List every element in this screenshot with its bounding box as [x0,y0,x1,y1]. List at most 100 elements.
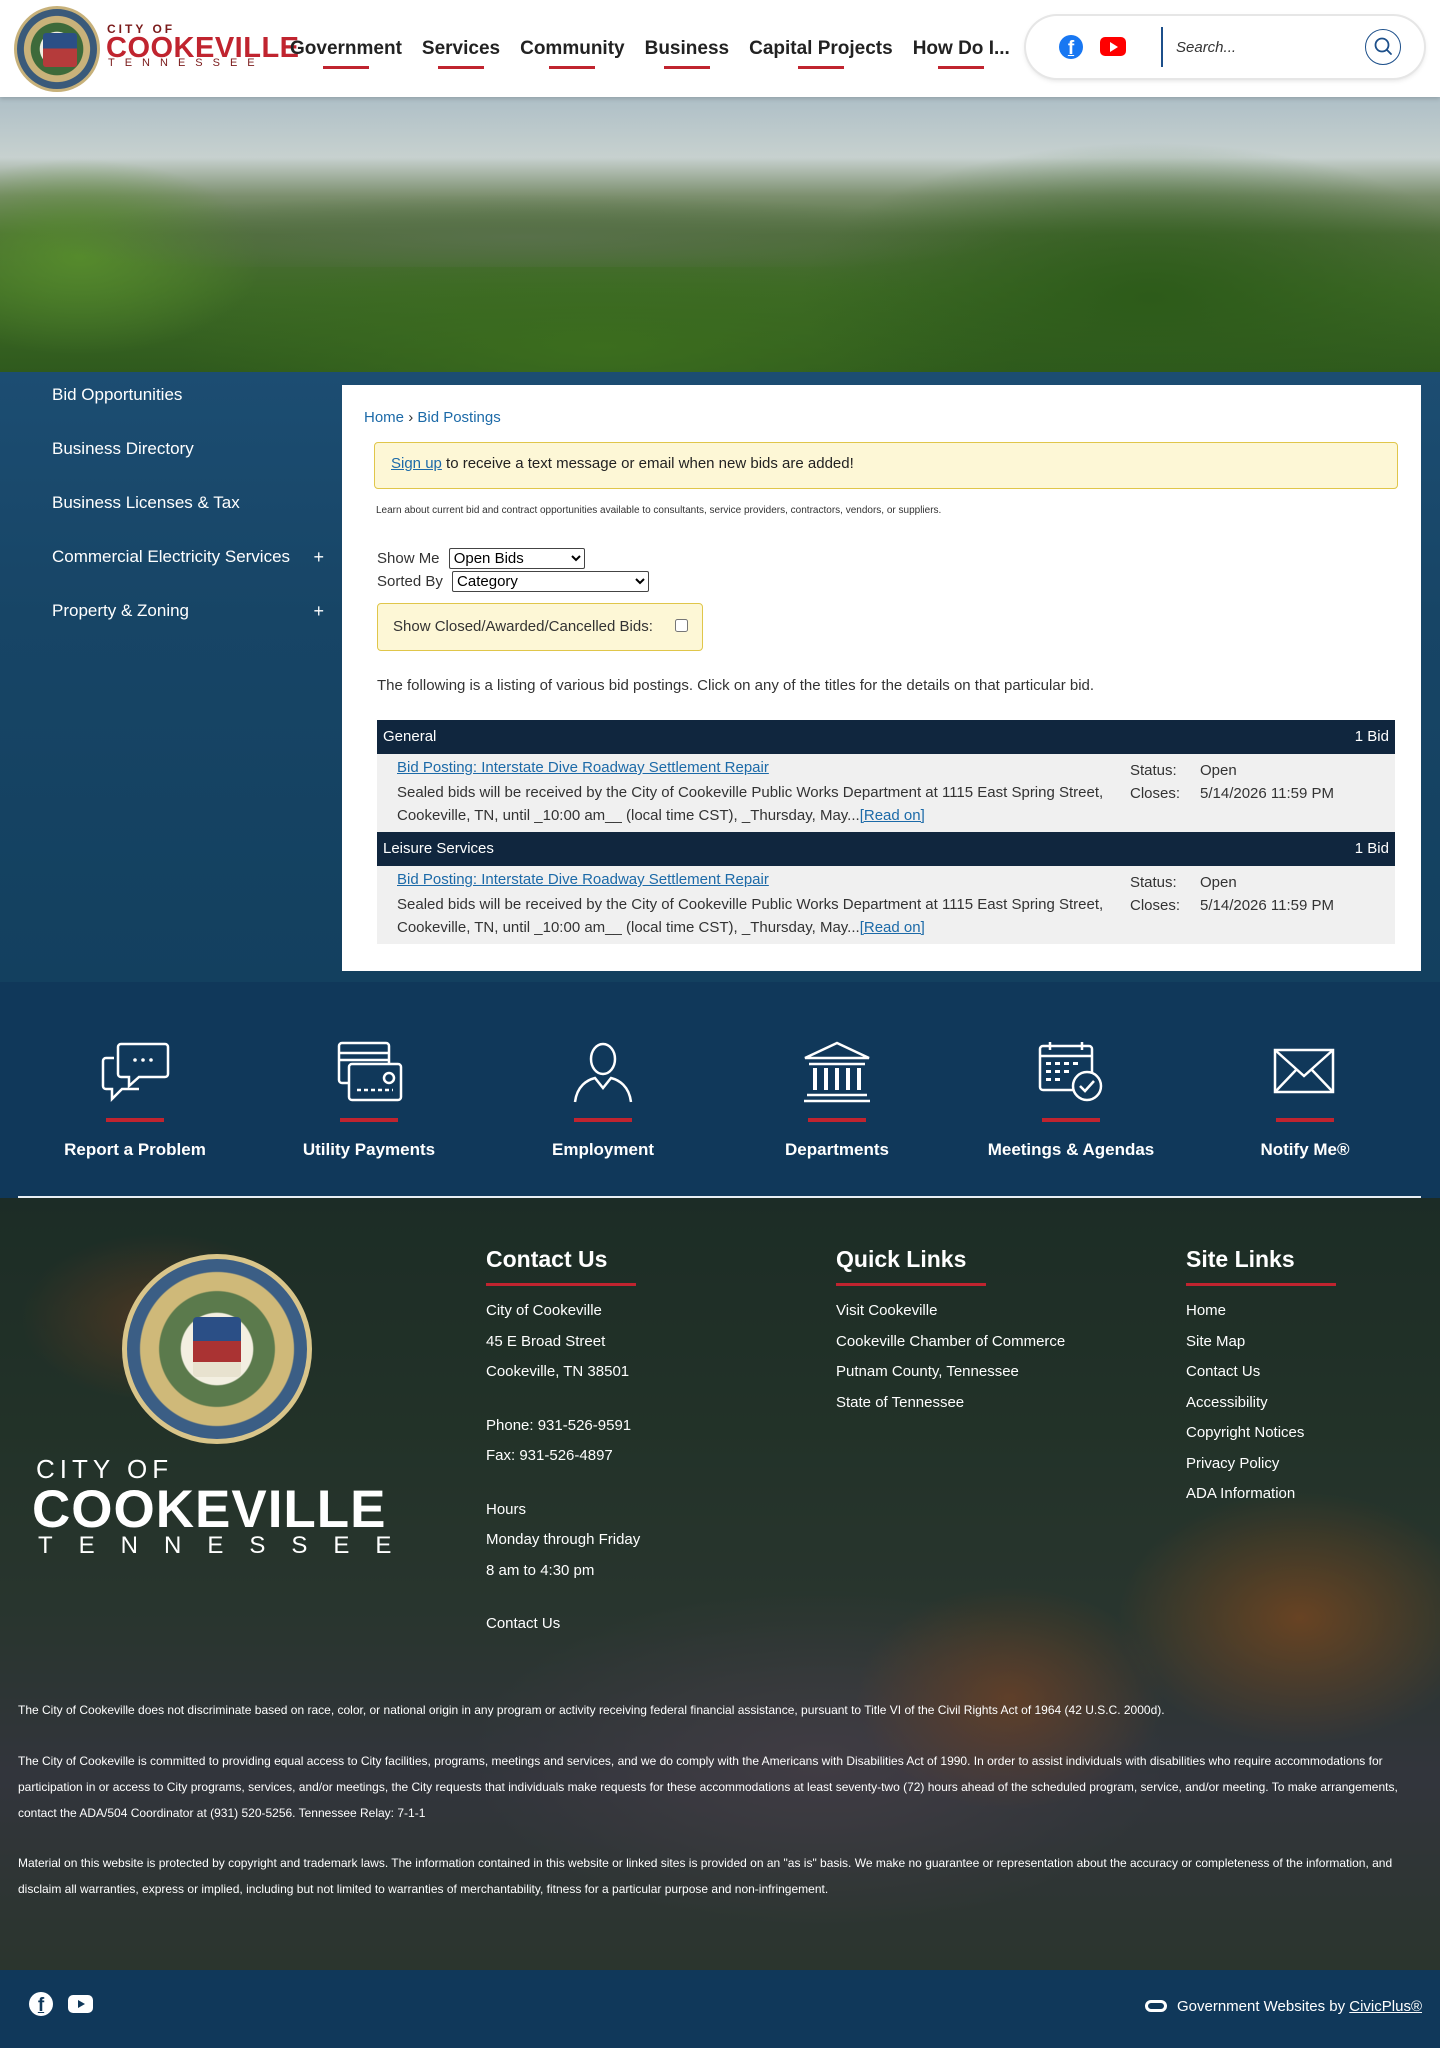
closes-label: Closes: [1130,897,1181,914]
bid-description: Sealed bids will be received by the City… [397,893,1125,939]
sidebar-item-label: Business Directory [52,439,194,458]
accent-bar [1186,1283,1336,1286]
accent-bar [1276,1118,1334,1122]
footer-link-site-map[interactable]: Site Map [1186,1327,1336,1358]
city-seal-logo [14,6,100,92]
hero-ridge [0,177,1440,267]
sidebar-item-label: Business Licenses & Tax [52,493,240,512]
sidebar-item-bid-opportunities[interactable]: Bid Opportunities [0,385,340,439]
footer-link-visit-cookeville[interactable]: Visit Cookeville [836,1296,1065,1327]
youtube-icon[interactable] [68,1995,93,2013]
sidebar-item-business-licenses[interactable]: Business Licenses & Tax [0,493,340,547]
civicplus-icon [1144,2000,1167,2012]
status-value: Open [1200,762,1237,779]
quick-link-utility-payments[interactable]: Utility Payments [252,1040,486,1160]
footer-site-links-column: Site Links Home Site Map Contact Us Acce… [1186,1246,1336,1510]
nav-services[interactable]: Services [412,0,510,97]
category-count: 1 Bid [1354,840,1389,857]
nav-business[interactable]: Business [635,0,739,97]
footer-heading: Quick Links [836,1246,967,1272]
utility-bar: f [1026,16,1424,78]
footer-link-copyright[interactable]: Copyright Notices [1186,1418,1336,1449]
show-me-row: Show Me Open Bids [377,548,585,569]
quick-link-notify-me[interactable]: Notify Me® [1188,1040,1422,1160]
facebook-icon[interactable]: f [29,1992,53,2016]
bid-status-block: Status: Open Closes: 5/14/2026 11:59 PM [1130,871,1334,917]
status-label: Status: [1130,762,1177,779]
contact-city: Cookeville, TN 38501 [486,1363,630,1380]
footer-quick-links-column: Quick Links Visit Cookeville Cookeville … [836,1246,1065,1418]
status-value: Open [1200,874,1237,891]
show-me-select[interactable]: Open Bids [448,548,585,569]
expand-plus-icon[interactable]: + [313,601,324,622]
nav-community[interactable]: Community [510,0,635,97]
read-on-link[interactable]: [Read on] [860,807,925,824]
contact-time: 8 am to 4:30 pm [486,1561,595,1579]
search-button[interactable] [1365,29,1401,65]
show-closed-checkbox[interactable] [675,619,688,632]
disclaimer-copyright: Material on this website is protected by… [18,1856,1393,1896]
sidebar-item-business-directory[interactable]: Business Directory [0,439,340,493]
expand-plus-icon[interactable]: + [313,547,324,568]
accent-bar [106,1118,164,1122]
breadcrumb-home[interactable]: Home [364,409,404,426]
facebook-icon[interactable]: f [1059,35,1083,59]
nav-how-do-i[interactable]: How Do I... [903,0,1020,97]
search-icon [1374,37,1392,55]
closes-label: Closes: [1130,785,1181,802]
signup-link[interactable]: Sign up [391,455,442,472]
bid-title-link[interactable]: Bid Posting: Interstate Dive Roadway Set… [397,759,769,776]
bid-row: Bid Posting: Interstate Dive Roadway Set… [377,754,1395,832]
footer-city-seal-logo [122,1254,312,1444]
listing-description: The following is a listing of various bi… [377,677,1095,694]
quick-link-employment[interactable]: Employment [486,1040,720,1160]
read-on-link[interactable]: [Read on] [860,919,925,936]
quick-link-label: Meetings & Agendas [987,1140,1155,1159]
bid-title-link[interactable]: Bid Posting: Interstate Dive Roadway Set… [397,871,769,888]
footer-link-home[interactable]: Home [1186,1296,1336,1327]
sidebar-item-property-zoning[interactable]: Property & Zoning + [0,601,340,655]
show-closed-toggle: Show Closed/Awarded/Cancelled Bids: [377,603,703,651]
disclaimer-ada: The City of Cookeville is committed to p… [18,1754,1398,1820]
footer-link-ada[interactable]: ADA Information [1186,1479,1336,1510]
footer-contact-column: Contact Us City of Cookeville 45 E Broad… [486,1246,640,1640]
youtube-icon[interactable] [1100,37,1126,56]
breadcrumb-separator: › [408,409,414,426]
contact-us-link[interactable]: Contact Us [486,1609,640,1640]
search-input[interactable] [1176,30,1361,64]
civicplus-link[interactable]: CivicPlus® [1349,1998,1422,2015]
breadcrumb-current[interactable]: Bid Postings [417,409,500,426]
quick-link-report-a-problem[interactable]: Report a Problem [18,1040,252,1160]
quick-link-label: Departments [785,1140,889,1159]
sidebar-item-label: Commercial Electricity Services [52,547,291,566]
category-header-leisure-services: Leisure Services 1 Bid [377,832,1395,866]
main-nav: Government Services Community Business C… [280,0,1020,97]
nav-capital-projects[interactable]: Capital Projects [739,0,903,97]
chat-bubbles-icon [101,1042,170,1103]
footer-link-privacy[interactable]: Privacy Policy [1186,1449,1336,1480]
sorted-by-select[interactable]: Category [452,571,650,592]
main-content: Home › Bid Postings Sign up to receive a… [342,385,1421,971]
logo-state: TENNESSEE [108,57,265,69]
quick-link-departments[interactable]: Departments [720,1040,954,1160]
footer-link-accessibility[interactable]: Accessibility [1186,1388,1336,1419]
footer-link-contact-us[interactable]: Contact Us [1186,1357,1336,1388]
status-label: Status: [1130,874,1177,891]
sidebar-item-commercial-electricity[interactable]: Commercial Electricity Services + [0,547,340,601]
quick-link-label: Notify Me® [1260,1140,1350,1159]
nav-government[interactable]: Government [280,0,412,97]
footer-link-putnam-county[interactable]: Putnam County, Tennessee [836,1357,1065,1388]
breadcrumb: Home › Bid Postings [364,409,501,426]
footer-link-state-of-tennessee[interactable]: State of Tennessee [836,1388,1065,1419]
quick-link-label: Utility Payments [302,1140,436,1159]
category-count: 1 Bid [1354,728,1389,745]
category-name: General [383,728,437,745]
quick-link-meetings-agendas[interactable]: Meetings & Agendas [954,1040,1188,1160]
accent-bar [808,1118,866,1122]
footer-link-chamber[interactable]: Cookeville Chamber of Commerce [836,1327,1065,1358]
footer-logo-city-name: COOKEVILLE [32,1480,387,1539]
sidebar-item-label: Bid Opportunities [52,385,183,404]
contact-street: 45 E Broad Street [486,1332,606,1350]
accent-bar [486,1283,636,1286]
category-name: Leisure Services [383,840,494,857]
